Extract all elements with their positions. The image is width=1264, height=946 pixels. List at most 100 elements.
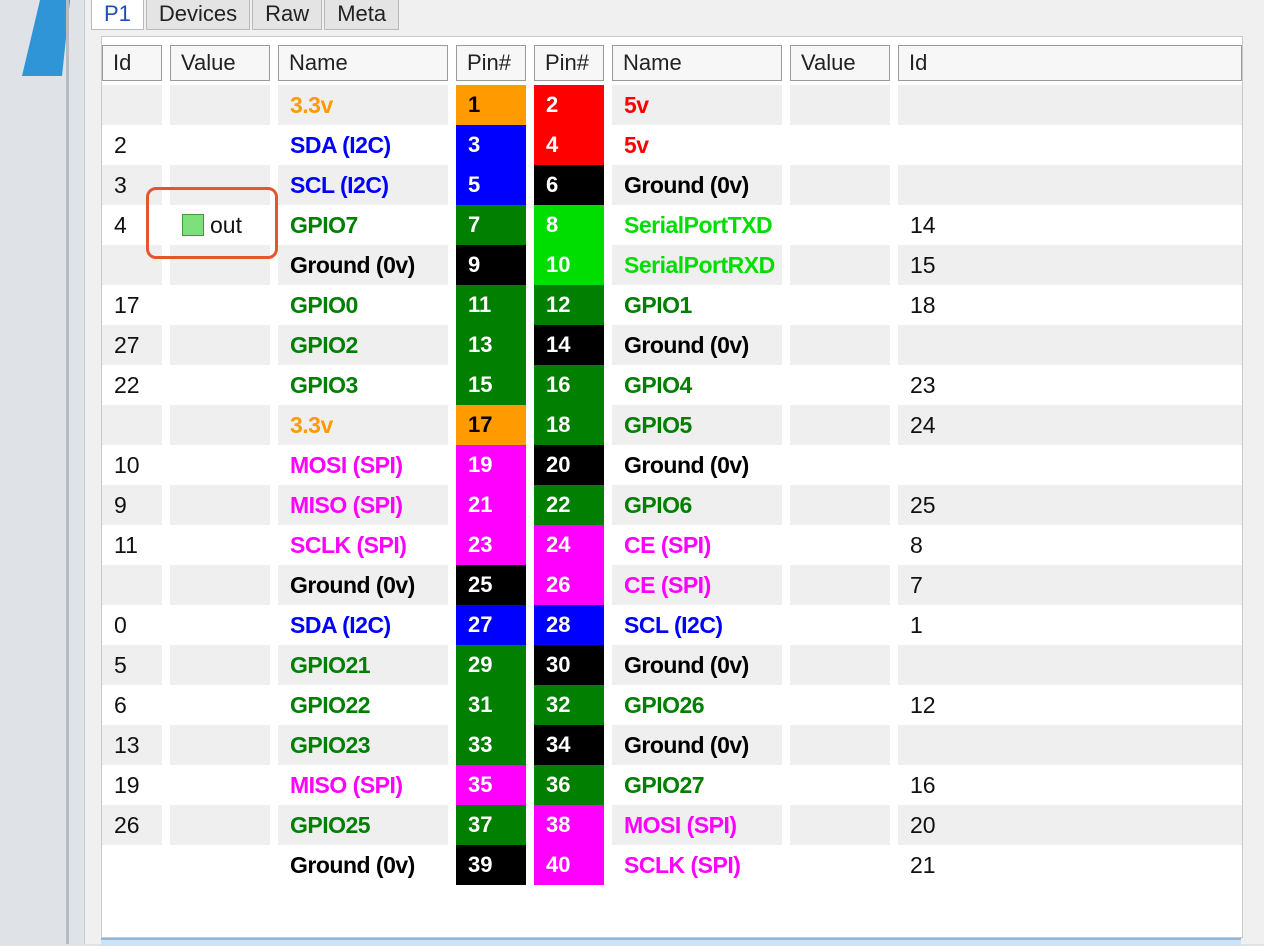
left-pin-number: 19	[456, 445, 526, 485]
left-pin-number: 29	[456, 645, 526, 685]
left-pin-name: Ground (0v)	[290, 572, 415, 598]
left-id-cell: 6	[114, 692, 127, 718]
right-id-cell	[898, 725, 1098, 765]
table-row[interactable]: Ground (0v) 39 40 SCLK (SPI) 21	[102, 845, 1242, 885]
right-value-cell	[790, 685, 890, 725]
right-value-cell	[790, 645, 890, 685]
table-row[interactable]: 10 MOSI (SPI) 19 20 Ground (0v)	[102, 445, 1242, 485]
table-row[interactable]: 6 GPIO22 31 32 GPIO26 12	[102, 685, 1242, 725]
left-pin-number: 13	[456, 325, 526, 365]
column-gap	[448, 445, 456, 485]
column-gap	[526, 845, 534, 885]
column-gap	[890, 85, 898, 125]
table-row[interactable]: 19 MISO (SPI) 35 36 GPIO27 16	[102, 765, 1242, 805]
column-gap	[782, 85, 790, 125]
right-id-cell	[898, 445, 1098, 485]
left-pin-name: GPIO0	[290, 292, 358, 318]
table-row[interactable]: 11 SCLK (SPI) 23 24 CE (SPI) 8	[102, 525, 1242, 565]
left-id-cell	[102, 845, 162, 885]
header-left-pin[interactable]: Pin#	[456, 45, 526, 81]
right-pin-name: SerialPortRXD	[624, 252, 775, 278]
table-row[interactable]: 9 MISO (SPI) 21 22 GPIO6 25	[102, 485, 1242, 525]
left-pin-number: 23	[456, 525, 526, 565]
left-pin-name: SCL (I2C)	[290, 172, 389, 198]
column-gap	[270, 645, 278, 685]
tab-devices[interactable]: Devices	[145, 0, 251, 30]
table-row[interactable]: 17 GPIO0 11 12 GPIO1 18	[102, 285, 1242, 325]
left-id-cell: 0	[114, 612, 127, 638]
right-value-cell	[790, 605, 890, 645]
right-pin-number: 26	[534, 565, 604, 605]
column-gap	[782, 205, 790, 245]
column-gap	[526, 165, 534, 205]
right-id-cell: 25	[910, 492, 936, 518]
column-gap	[890, 645, 898, 685]
right-pin-number: 20	[534, 445, 604, 485]
header-right-name[interactable]: Name	[612, 45, 782, 81]
table-row[interactable]: 22 GPIO3 15 16 GPIO4 23	[102, 365, 1242, 405]
left-pin-number: 35	[456, 765, 526, 805]
right-pin-number: 14	[534, 325, 604, 365]
column-gap	[448, 765, 456, 805]
column-gap	[782, 605, 790, 645]
right-id-cell: 23	[910, 372, 936, 398]
header-left-name[interactable]: Name	[278, 45, 448, 81]
column-gap	[604, 205, 612, 245]
window-divider	[66, 0, 69, 944]
header-left-id[interactable]: Id	[102, 45, 162, 81]
column-gap	[162, 845, 170, 885]
table-row[interactable]: 13 GPIO23 33 34 Ground (0v)	[102, 725, 1242, 765]
left-id-cell: 26	[114, 812, 140, 838]
column-gap	[604, 445, 612, 485]
tab-meta[interactable]: Meta	[324, 0, 400, 30]
right-value-cell	[790, 805, 890, 845]
column-gap	[526, 245, 534, 285]
column-gap	[162, 285, 170, 325]
table-row[interactable]: 26 GPIO25 37 38 MOSI (SPI) 20	[102, 805, 1242, 845]
column-gap	[782, 765, 790, 805]
table-row[interactable]: 3.3v 1 2 5v	[102, 85, 1242, 125]
right-pin-name: GPIO1	[624, 292, 692, 318]
left-pin-number: 21	[456, 485, 526, 525]
table-row[interactable]: Ground (0v) 25 26 CE (SPI) 7	[102, 565, 1242, 605]
column-gap	[604, 125, 612, 165]
header-right-id[interactable]: Id	[898, 45, 1242, 81]
tab-p1[interactable]: P1	[91, 0, 144, 30]
column-gap	[448, 485, 456, 525]
left-pin-name: 3.3v	[290, 92, 333, 118]
column-gap	[270, 325, 278, 365]
left-id-cell	[102, 85, 162, 125]
header-left-value[interactable]: Value	[170, 45, 270, 81]
right-pin-number: 6	[534, 165, 604, 205]
column-gap	[270, 85, 278, 125]
left-pin-number: 1	[456, 85, 526, 125]
header-right-value[interactable]: Value	[790, 45, 890, 81]
column-gap	[890, 125, 898, 165]
header-right-pin[interactable]: Pin#	[534, 45, 604, 81]
column-gap	[448, 325, 456, 365]
left-pin-name: Ground (0v)	[290, 252, 415, 278]
left-pin-number: 33	[456, 725, 526, 765]
pin-table: Id Value Name Pin# Pin# Name Value Id 3.…	[101, 36, 1243, 938]
left-value-cell	[170, 325, 270, 365]
table-row[interactable]: 0 SDA (I2C) 27 28 SCL (I2C) 1	[102, 605, 1242, 645]
tab-raw[interactable]: Raw	[252, 0, 323, 30]
right-pin-name: GPIO4	[624, 372, 692, 398]
left-pin-number: 5	[456, 165, 526, 205]
column-gap	[162, 125, 170, 165]
table-row[interactable]: 5 GPIO21 29 30 Ground (0v)	[102, 645, 1242, 685]
right-id-cell: 21	[910, 852, 936, 878]
right-value-cell	[790, 205, 890, 245]
column-gap	[604, 285, 612, 325]
column-gap	[526, 485, 534, 525]
right-id-cell: 7	[910, 572, 923, 598]
left-value-cell	[170, 805, 270, 845]
left-pin-number: 31	[456, 685, 526, 725]
right-pin-name: CE (SPI)	[624, 532, 711, 558]
column-gap	[782, 845, 790, 885]
table-row[interactable]: 3.3v 17 18 GPIO5 24	[102, 405, 1242, 445]
right-pin-name: CE (SPI)	[624, 572, 711, 598]
table-row[interactable]: 27 GPIO2 13 14 Ground (0v)	[102, 325, 1242, 365]
table-row[interactable]: 2 SDA (I2C) 3 4 5v	[102, 125, 1242, 165]
column-gap	[890, 405, 898, 445]
